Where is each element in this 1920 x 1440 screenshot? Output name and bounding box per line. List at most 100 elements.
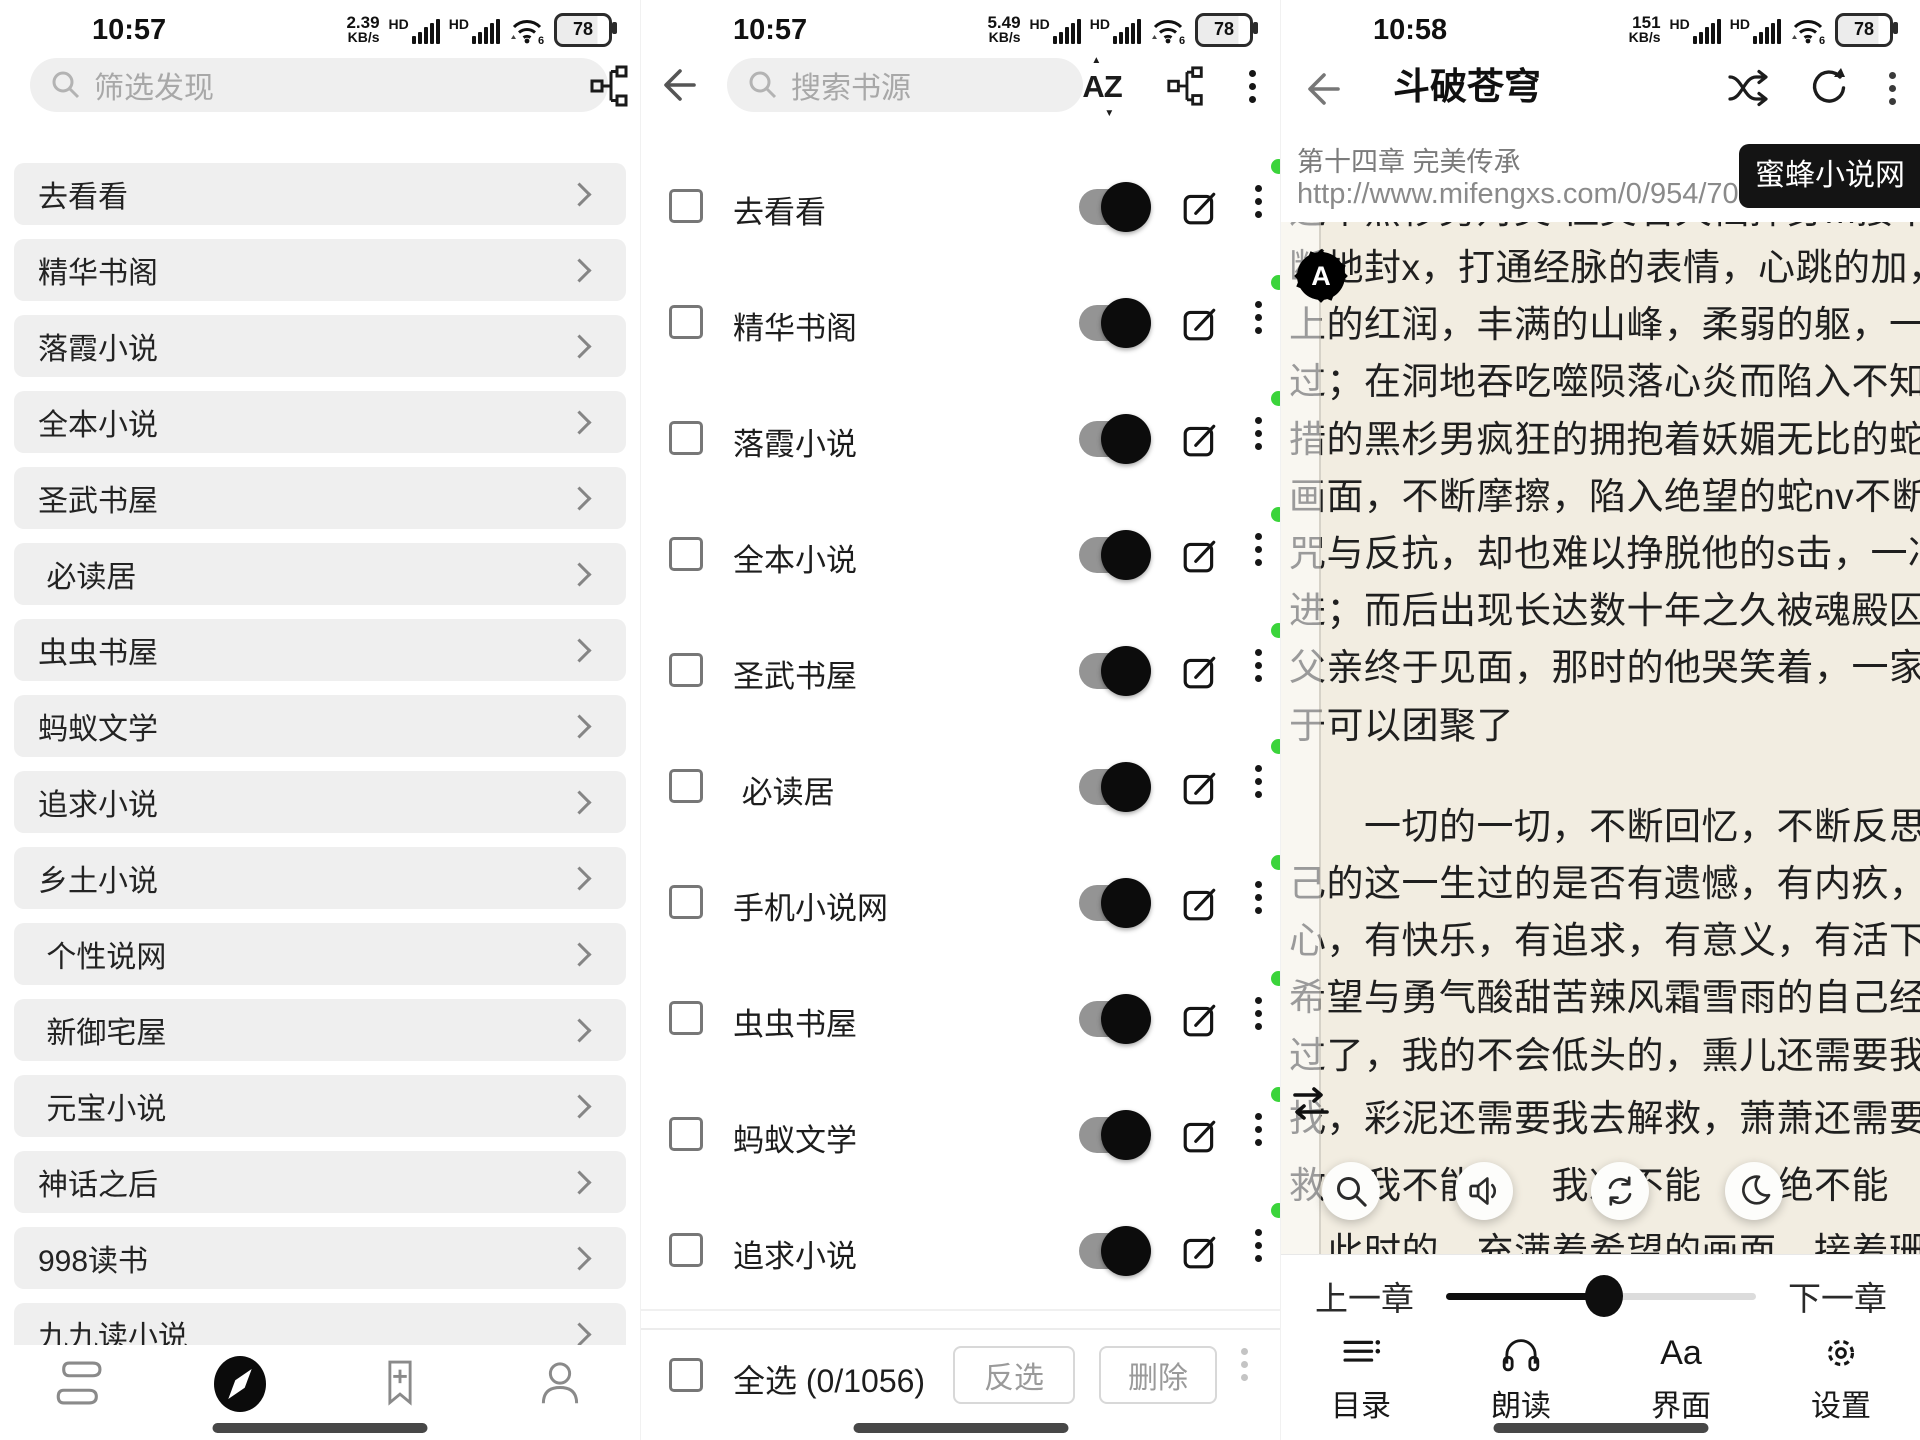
source-group-item[interactable]: 精华书阁 — [14, 239, 626, 301]
refresh-source-button[interactable] — [1591, 1162, 1649, 1220]
enable-toggle[interactable] — [1079, 769, 1143, 805]
tab-interface[interactable]: Aa 界面 — [1601, 1331, 1761, 1425]
enable-toggle[interactable] — [1079, 537, 1143, 573]
source-group-item[interactable]: 圣武书屋 — [14, 467, 626, 529]
source-group-item[interactable]: 乡土小说 — [14, 847, 626, 909]
edit-icon[interactable] — [1181, 187, 1219, 227]
row-more-icon[interactable] — [1255, 997, 1262, 1030]
back-arrow-icon[interactable] — [655, 62, 701, 108]
home-indicator[interactable] — [854, 1423, 1069, 1433]
edit-icon[interactable] — [1181, 1231, 1219, 1271]
book-source-row[interactable]: 全本小说 — [641, 497, 1281, 615]
refresh-icon[interactable] — [1805, 64, 1853, 112]
book-source-row[interactable]: 精华书阁 — [641, 265, 1281, 383]
edit-icon[interactable] — [1181, 767, 1219, 807]
more-menu-icon[interactable] — [1237, 64, 1267, 108]
row-checkbox[interactable] — [669, 769, 703, 803]
enable-toggle[interactable] — [1079, 1117, 1143, 1153]
edit-icon[interactable] — [1181, 651, 1219, 691]
source-group-item[interactable]: 元宝小说 — [14, 1075, 626, 1137]
edit-icon[interactable] — [1181, 1115, 1219, 1155]
edit-icon[interactable] — [1181, 419, 1219, 459]
row-checkbox[interactable] — [669, 421, 703, 455]
reader-more-icon[interactable] — [1877, 66, 1907, 110]
swap-arrows-icon[interactable] — [1287, 1086, 1335, 1122]
row-checkbox[interactable] — [669, 653, 703, 687]
home-indicator[interactable] — [213, 1423, 428, 1433]
row-checkbox[interactable] — [669, 189, 703, 223]
row-more-icon[interactable] — [1255, 1113, 1262, 1146]
book-source-row[interactable]: 虫虫书屋 — [641, 961, 1281, 1079]
sort-az-icon[interactable]: AZ — [1077, 66, 1127, 108]
edit-icon[interactable] — [1181, 883, 1219, 923]
select-all-checkbox[interactable] — [669, 1358, 703, 1392]
enable-toggle[interactable] — [1079, 885, 1143, 921]
book-source-row[interactable]: 去看看 — [641, 149, 1281, 267]
search-in-book-button[interactable] — [1322, 1162, 1380, 1220]
enable-toggle[interactable] — [1079, 421, 1143, 457]
book-source-row[interactable]: 蚂蚁文学 — [641, 1077, 1281, 1195]
source-group-item[interactable]: 去看看 — [14, 163, 626, 225]
row-more-icon[interactable] — [1255, 765, 1262, 798]
prev-chapter-button[interactable]: 上一章 — [1315, 1272, 1414, 1320]
row-checkbox[interactable] — [669, 885, 703, 919]
group-manage-icon[interactable] — [586, 62, 634, 110]
next-chapter-button[interactable]: 下一章 — [1788, 1272, 1887, 1320]
floating-reader-bubble[interactable]: A — [1295, 250, 1347, 302]
nav-profile-tab[interactable] — [480, 1345, 640, 1440]
edit-icon[interactable] — [1181, 999, 1219, 1039]
night-mode-button[interactable] — [1725, 1162, 1783, 1220]
source-group-item[interactable]: 个性说网 — [14, 923, 626, 985]
book-source-row[interactable]: 圣武书屋 — [641, 613, 1281, 731]
row-more-icon[interactable] — [1255, 301, 1262, 334]
row-more-icon[interactable] — [1255, 185, 1262, 218]
book-source-row[interactable]: 手机小说网 — [641, 845, 1281, 963]
search-book-source-input[interactable]: 搜索书源 — [727, 58, 1083, 112]
row-more-icon[interactable] — [1255, 417, 1262, 450]
book-source-row[interactable]: 落霞小说 — [641, 381, 1281, 499]
source-group-item[interactable]: 998读书 — [14, 1227, 626, 1289]
home-indicator[interactable] — [1494, 1423, 1709, 1433]
row-checkbox[interactable] — [669, 1001, 703, 1035]
row-more-icon[interactable] — [1255, 1229, 1262, 1262]
select-all-label[interactable]: 全选 (0/1056) — [733, 1356, 925, 1402]
filter-discover-search-input[interactable]: 筛选发现 — [30, 58, 608, 112]
edit-icon[interactable] — [1181, 303, 1219, 343]
row-more-icon[interactable] — [1255, 649, 1262, 682]
source-group-item[interactable]: 追求小说 — [14, 771, 626, 833]
source-group-item[interactable]: 全本小说 — [14, 391, 626, 453]
enable-toggle[interactable] — [1079, 1001, 1143, 1037]
row-checkbox[interactable] — [669, 305, 703, 339]
row-checkbox[interactable] — [669, 537, 703, 571]
enable-toggle[interactable] — [1079, 1233, 1143, 1269]
row-more-icon[interactable] — [1255, 533, 1262, 566]
source-group-item[interactable]: 蚂蚁文学 — [14, 695, 626, 757]
row-checkbox[interactable] — [669, 1233, 703, 1267]
invert-selection-button[interactable]: 反选 — [953, 1346, 1075, 1404]
source-group-item[interactable]: 落霞小说 — [14, 315, 626, 377]
row-more-icon[interactable] — [1255, 881, 1262, 914]
source-group-item[interactable]: 虫虫书屋 — [14, 619, 626, 681]
source-group-item[interactable]: 神话之后 — [14, 1151, 626, 1213]
tab-read-aloud[interactable]: 朗读 — [1441, 1331, 1601, 1425]
row-checkbox[interactable] — [669, 1117, 703, 1151]
enable-toggle[interactable] — [1079, 653, 1143, 689]
chapter-progress-slider[interactable] — [1446, 1293, 1756, 1300]
edit-icon[interactable] — [1181, 535, 1219, 575]
chapter-progress-thumb[interactable] — [1585, 1275, 1623, 1317]
book-source-row[interactable]: 追求小说 — [641, 1193, 1281, 1311]
group-manage-icon[interactable] — [1163, 62, 1209, 110]
source-group-item[interactable]: 必读居 — [14, 543, 626, 605]
book-source-row[interactable]: 必读居 — [641, 729, 1281, 847]
source-group-item[interactable]: 新御宅屋 — [14, 999, 626, 1061]
enable-toggle[interactable] — [1079, 305, 1143, 341]
back-arrow-icon[interactable] — [1299, 68, 1345, 110]
nav-bookshelf-tab[interactable] — [0, 1345, 160, 1440]
footer-more-icon[interactable] — [1241, 1348, 1248, 1381]
change-source-icon[interactable] — [1725, 66, 1773, 110]
tab-settings[interactable]: 设置 — [1761, 1331, 1920, 1425]
tab-catalog[interactable]: 目录 — [1281, 1331, 1441, 1425]
delete-button[interactable]: 删除 — [1099, 1346, 1217, 1404]
enable-toggle[interactable] — [1079, 189, 1143, 225]
read-aloud-button[interactable] — [1455, 1162, 1513, 1220]
